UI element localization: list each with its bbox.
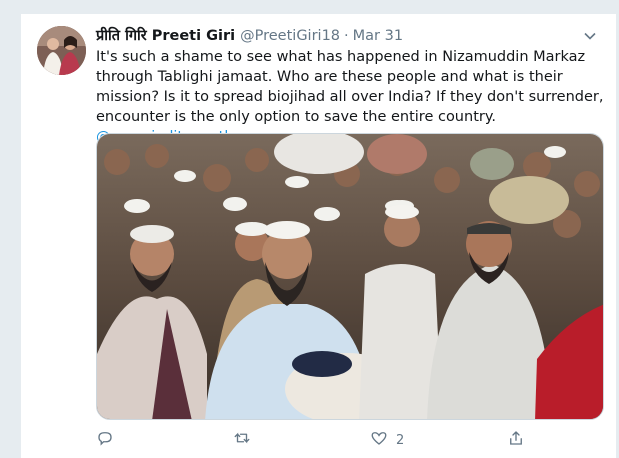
display-name[interactable]: प्रीति गिरि Preeti Giri	[96, 26, 235, 46]
tweet-body: It's such a shame to see what has happen…	[96, 49, 604, 125]
reply-icon	[96, 429, 114, 451]
tweet-text: It's such a shame to see what has happen…	[96, 47, 611, 147]
tweet-card[interactable]: प्रीति गिरि Preeti Giri @PreetiGiri18 · …	[20, 14, 617, 458]
like-button[interactable]: 2	[370, 430, 404, 450]
tweet-header: प्रीति गिरि Preeti Giri @PreetiGiri18 · …	[96, 26, 600, 46]
tweet-actions: 2	[96, 430, 536, 450]
like-count: 2	[396, 432, 405, 448]
tweet-photo[interactable]	[96, 133, 604, 420]
chevron-down-icon[interactable]	[580, 26, 600, 46]
tweet-date[interactable]: Mar 31	[353, 26, 403, 46]
reply-button[interactable]	[96, 430, 122, 450]
retweet-button[interactable]	[233, 430, 259, 450]
user-handle[interactable]: @PreetiGiri18	[240, 26, 340, 46]
share-icon	[507, 429, 525, 451]
heart-icon	[370, 429, 388, 451]
avatar[interactable]	[37, 26, 86, 75]
separator-dot: ·	[344, 28, 349, 44]
retweet-icon	[233, 429, 251, 451]
share-button[interactable]	[507, 430, 533, 450]
